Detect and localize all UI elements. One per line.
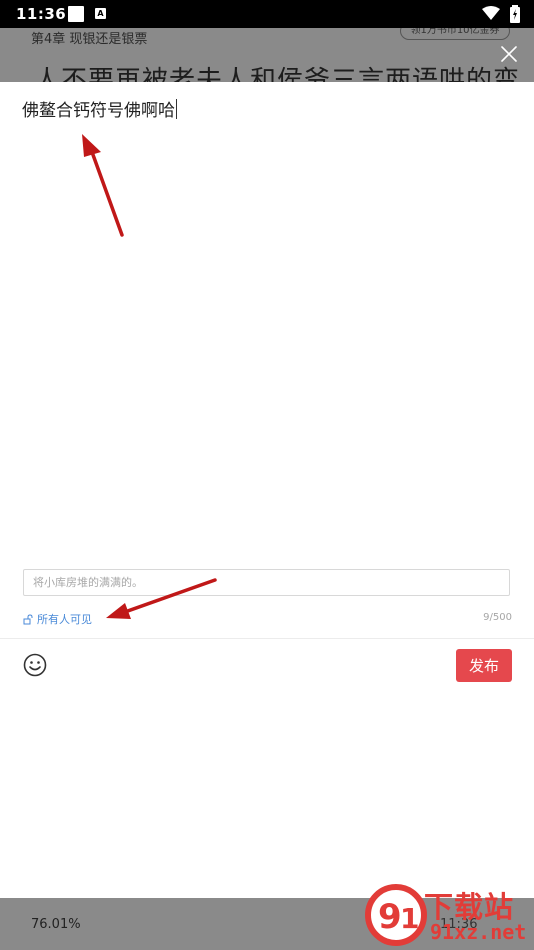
status-time: 11:36	[16, 5, 67, 23]
text-caret	[176, 99, 177, 119]
wifi-icon	[482, 6, 500, 20]
comment-text: 佛鳌合钙符号佛啊哈	[22, 101, 175, 121]
status-bar: 11:36 A	[0, 0, 534, 28]
chapter-title: 第4章 现银还是银票	[31, 32, 148, 47]
comment-textarea[interactable]: 佛鳌合钙符号佛啊哈	[22, 96, 177, 121]
emoji-icon[interactable]	[23, 653, 47, 677]
svg-text:9: 9	[378, 897, 402, 937]
reader-text-line: 人不要再被老夫人和侯爷三言两语哄的变	[34, 66, 521, 82]
notification-a-icon: A	[95, 8, 106, 19]
quote-input[interactable]: 将小库房堆的满满的。	[23, 569, 510, 596]
battery-icon	[510, 5, 520, 23]
notification-square-icon	[68, 6, 84, 22]
close-icon[interactable]	[498, 43, 520, 65]
publish-button[interactable]: 发布	[456, 649, 512, 682]
reader-background: 第4章 现银还是银票 领1万书币10亿金券 人不要再被老夫人和侯爷三言两语哄的变	[0, 28, 534, 82]
lock-icon	[23, 613, 33, 624]
comment-composer: 佛鳌合钙符号佛啊哈 将小库房堆的满满的。 所有人可见 9/500 发布	[0, 82, 534, 898]
visibility-label: 所有人可见	[37, 613, 92, 626]
svg-text:1: 1	[400, 902, 419, 935]
watermark-url: 91xz.net	[430, 920, 527, 944]
reading-progress: 76.01%	[31, 917, 81, 932]
watermark-logo: 9 1 下载站 91xz.net	[364, 880, 534, 950]
visibility-selector[interactable]: 所有人可见	[23, 611, 92, 627]
divider	[0, 638, 534, 639]
char-counter: 9/500	[483, 612, 512, 623]
chapter-reward-tag: 领1万书币10亿金券	[400, 28, 510, 40]
